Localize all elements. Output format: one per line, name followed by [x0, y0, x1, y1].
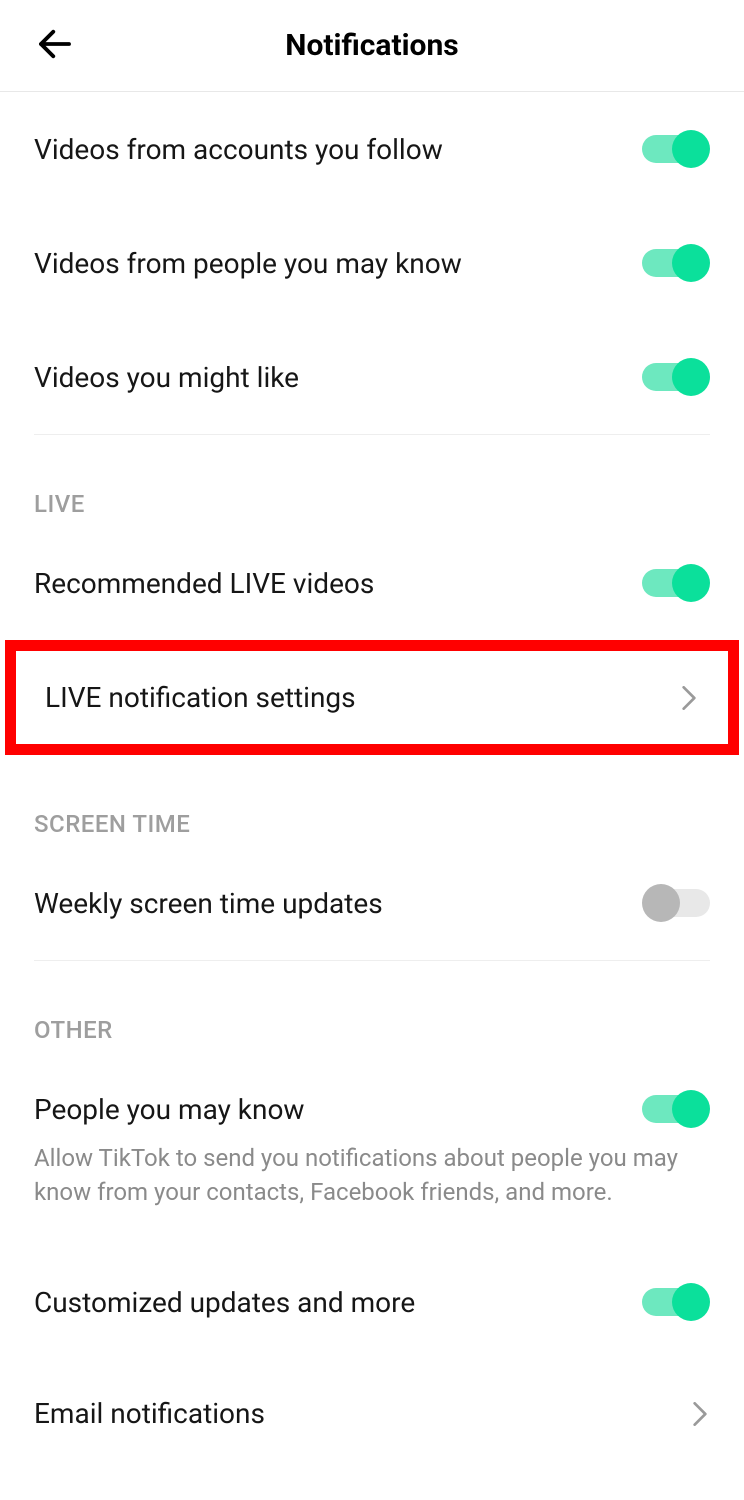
- chevron-right-icon: [679, 683, 699, 713]
- label-videos-might-like: Videos you might like: [34, 361, 299, 394]
- toggle-videos-may-know[interactable]: [642, 244, 710, 282]
- section-screen-time: SCREEN TIME Weekly screen time updates: [0, 755, 744, 960]
- label-videos-may-know: Videos from people you may know: [34, 247, 462, 280]
- row-recommended-live: Recommended LIVE videos: [34, 526, 710, 640]
- page-title: Notifications: [34, 28, 710, 63]
- description-people-may-know: Allow TikTok to send you notifications a…: [34, 1142, 710, 1245]
- section-other: OTHER People you may know Allow TikTok t…: [0, 961, 744, 1468]
- row-videos-may-know: Videos from people you may know: [34, 206, 710, 320]
- label-live-settings: LIVE notification settings: [45, 681, 356, 714]
- page-header: Notifications: [0, 0, 744, 92]
- row-live-settings[interactable]: LIVE notification settings: [16, 651, 728, 744]
- chevron-right-icon: [690, 1399, 710, 1429]
- row-customized: Customized updates and more: [34, 1245, 710, 1359]
- toggle-customized[interactable]: [642, 1283, 710, 1321]
- toggle-weekly-screen[interactable]: [642, 884, 710, 922]
- row-email-notifications[interactable]: Email notifications: [34, 1359, 710, 1468]
- section-top: Videos from accounts you follow Videos f…: [0, 92, 744, 434]
- section-header-other: OTHER: [34, 961, 710, 1052]
- row-videos-might-like: Videos you might like: [34, 320, 710, 434]
- toggle-videos-might-like[interactable]: [642, 358, 710, 396]
- toggle-people-may-know[interactable]: [642, 1090, 710, 1128]
- label-people-may-know: People you may know: [34, 1093, 304, 1126]
- highlight-box: LIVE notification settings: [5, 640, 739, 755]
- label-email-notifications: Email notifications: [34, 1397, 265, 1430]
- section-header-screen-time: SCREEN TIME: [34, 755, 710, 846]
- toggle-recommended-live[interactable]: [642, 564, 710, 602]
- section-header-live: LIVE: [34, 435, 710, 526]
- row-weekly-screen: Weekly screen time updates: [34, 846, 710, 960]
- back-button[interactable]: [34, 23, 76, 69]
- toggle-videos-follow[interactable]: [642, 130, 710, 168]
- row-videos-follow: Videos from accounts you follow: [34, 92, 710, 206]
- section-live: LIVE Recommended LIVE videos: [0, 435, 744, 640]
- label-recommended-live: Recommended LIVE videos: [34, 567, 374, 600]
- label-videos-follow: Videos from accounts you follow: [34, 133, 443, 166]
- arrow-left-icon: [34, 23, 76, 65]
- label-customized: Customized updates and more: [34, 1286, 415, 1319]
- label-weekly-screen: Weekly screen time updates: [34, 887, 383, 920]
